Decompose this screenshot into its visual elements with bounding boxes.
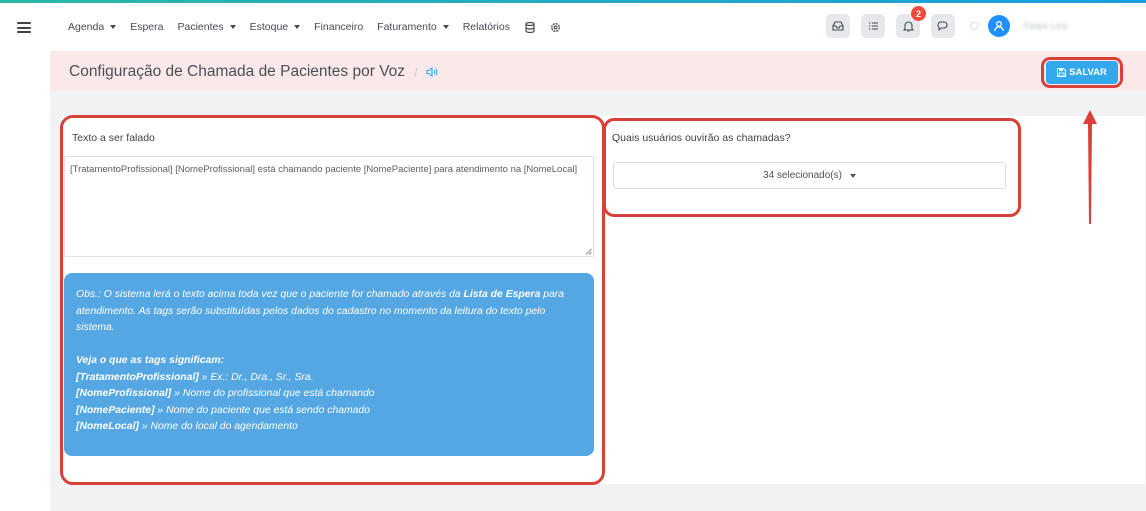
menu-item-relatorios[interactable]: Relatórios	[463, 21, 510, 33]
chevron-down-icon	[442, 25, 449, 29]
speaker-icon	[426, 67, 437, 77]
page-title-row: Configuração de Chamada de Pacientes por…	[69, 63, 438, 81]
menu-item-pacientes[interactable]: Pacientes	[177, 21, 236, 33]
notifications-button[interactable]: 2	[896, 6, 926, 38]
database-icon[interactable]	[524, 21, 536, 33]
chevron-down-icon	[229, 25, 236, 29]
page-header: Configuração de Chamada de Pacientes por…	[50, 51, 1146, 91]
menu-item-label: Financeiro	[314, 21, 364, 33]
notification-badge: 2	[911, 6, 926, 21]
avatar[interactable]	[988, 15, 1010, 37]
checklist-icon	[868, 22, 878, 30]
page-title: Configuração de Chamada de Pacientes por…	[69, 63, 406, 80]
menu-item-espera[interactable]: Espera	[130, 21, 163, 33]
text-section-highlight	[60, 115, 605, 485]
arrow-up-icon	[1083, 110, 1097, 224]
menu-item-label: Pacientes	[177, 21, 224, 33]
left-sidebar	[0, 3, 50, 511]
menu-item-estoque[interactable]: Estoque	[250, 21, 301, 33]
status-indicator-icon	[970, 22, 978, 30]
menu-item-label: Espera	[130, 21, 164, 33]
menu-item-faturamento[interactable]: Faturamento	[377, 21, 449, 33]
menu-item-label: Agenda	[68, 21, 105, 33]
inbox-icon	[832, 21, 844, 31]
bell-icon	[902, 21, 914, 32]
user-name[interactable]: Felipe Lins	[1024, 21, 1068, 31]
menu-item-label: Faturamento	[377, 21, 437, 33]
menu-item-agenda[interactable]: Agenda	[68, 21, 117, 33]
tasks-button[interactable]	[861, 14, 885, 38]
breadcrumb-separator: /	[414, 64, 418, 80]
chat-icon	[937, 21, 948, 31]
inbox-button[interactable]	[826, 14, 850, 38]
hamburger-menu-icon[interactable]	[17, 22, 31, 33]
menu-item-label: Relatórios	[462, 21, 510, 33]
users-section-highlight	[603, 118, 1021, 217]
menu-item-label: Estoque	[249, 21, 289, 33]
chevron-down-icon	[110, 25, 117, 29]
user-icon	[994, 21, 1004, 32]
top-navbar: Agenda Espera Pacientes Estoque Financei…	[50, 3, 1146, 53]
main-menu: Agenda Espera Pacientes Estoque Financei…	[68, 21, 576, 33]
save-button-highlight	[1041, 57, 1123, 88]
menu-item-financeiro[interactable]: Financeiro	[314, 21, 363, 33]
chevron-down-icon	[294, 25, 301, 29]
settings-icon[interactable]	[550, 21, 562, 33]
navbar-actions: 2 Felipe Lins	[826, 6, 1068, 38]
chat-button[interactable]	[931, 14, 955, 38]
